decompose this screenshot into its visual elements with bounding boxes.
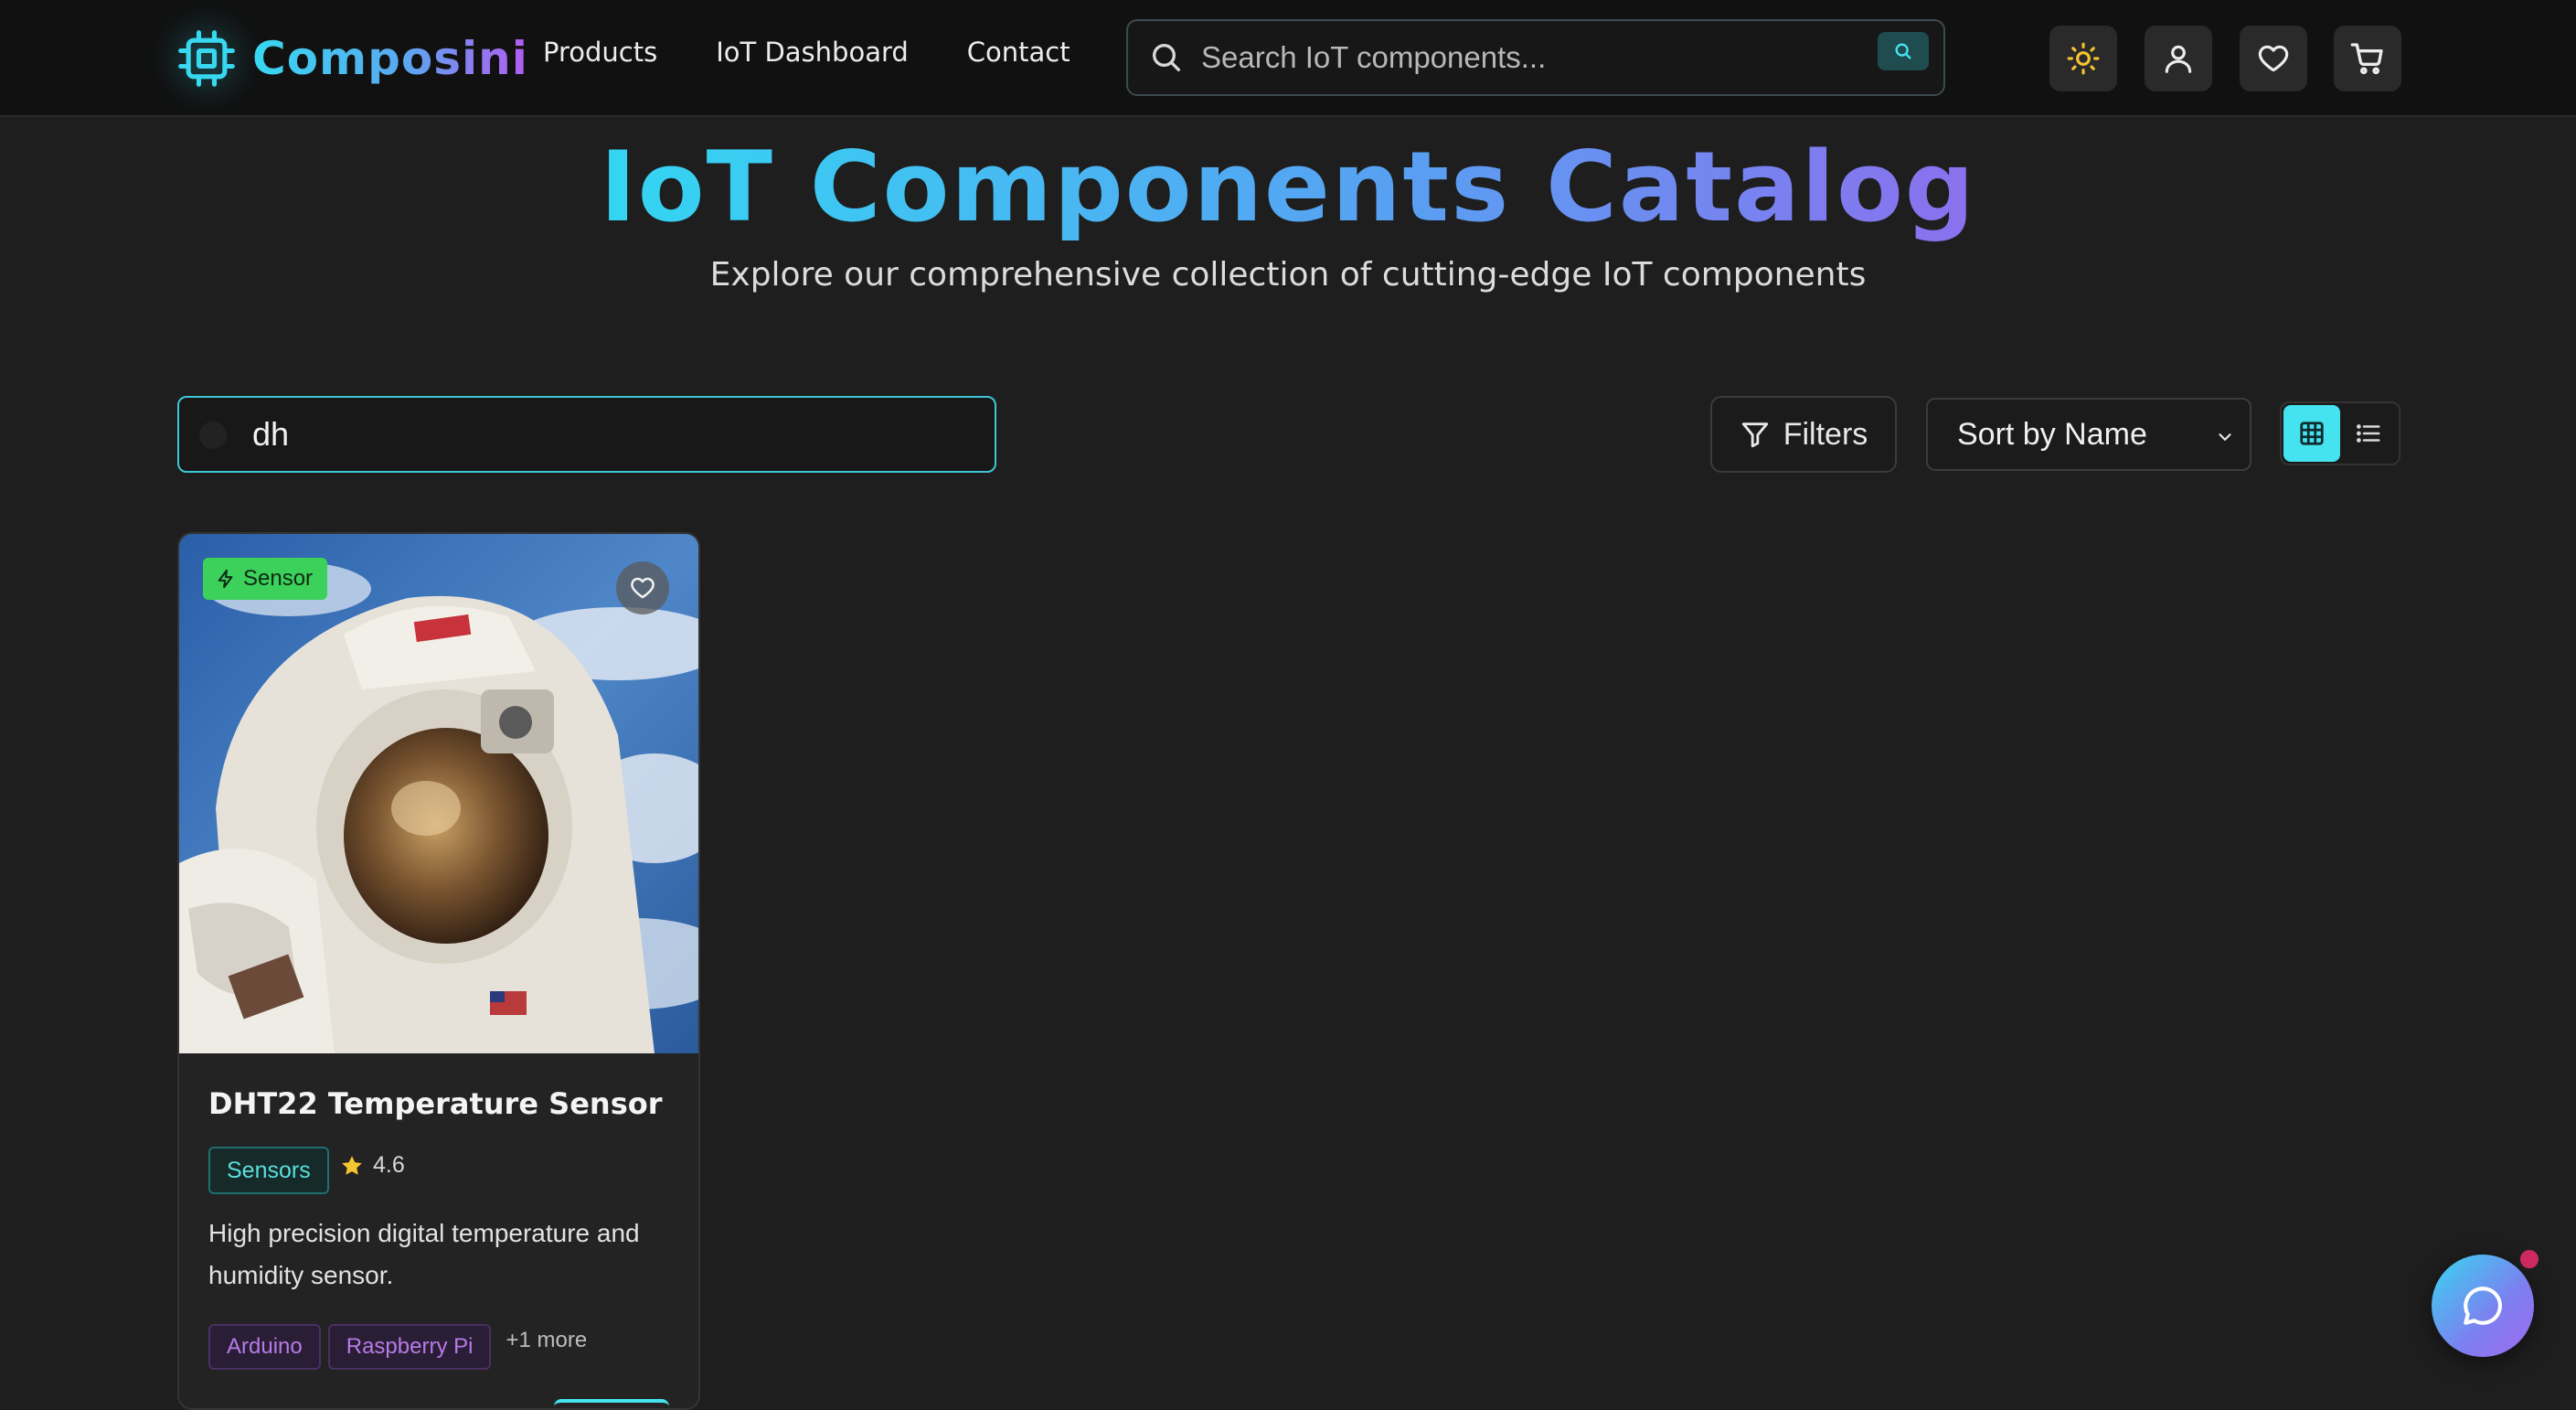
user-icon [2165,45,2192,73]
list-icon [2356,424,2380,443]
product-rating: 4.6 [340,1152,405,1179]
product-description: High precision digital temperature and h… [208,1219,640,1289]
product-title[interactable]: DHT22 Temperature Sensor [208,1086,663,1121]
tag-raspberry-pi: Raspberry Pi [327,1324,492,1370]
product-card[interactable]: Sensor DHT22 Temperature Sensor Sensors … [177,532,700,1410]
nav-link-contact[interactable]: Contact [967,37,1070,68]
catalog-search-input[interactable] [252,398,965,471]
product-type-label: Sensor [243,566,314,591]
page-title: IoT Components Catalog [0,128,2576,247]
filter-icon [1741,422,1768,448]
sun-icon [2067,42,2100,75]
top-header: Composini Products IoT Dashboard Contact [0,0,2576,117]
search-icon [1895,43,1911,59]
header-search-bar [1126,19,1945,96]
product-rating-value: 4.6 [373,1152,405,1178]
sort-select[interactable]: Sort by Name [1926,398,2251,471]
product-type-badge: Sensor [203,558,328,600]
main-nav: Products IoT Dashboard Contact [543,37,1129,68]
view-mode-toggle [2280,401,2400,465]
lightning-icon [218,569,233,589]
wishlist-button[interactable] [2240,26,2307,91]
heart-icon [2258,45,2289,72]
account-button[interactable] [2145,26,2212,91]
nav-link-products[interactable]: Products [543,37,657,68]
more-tags-count: +1 more [506,1328,588,1352]
grid-icon [2300,422,2324,445]
catalog-search-bar [177,396,996,473]
product-image [179,534,698,1053]
theme-toggle-button[interactable] [2049,26,2117,91]
page-title-text: IoT Components Catalog [600,131,1976,243]
cart-button[interactable] [2334,26,2401,91]
star-icon [342,1155,362,1175]
header-search-input[interactable] [1201,21,1841,94]
chat-button[interactable] [2432,1255,2534,1357]
notification-dot [2517,1247,2541,1271]
favorite-button[interactable] [616,561,669,614]
nav-link-iot-dashboard[interactable]: IoT Dashboard [716,37,909,68]
product-category: Sensors [208,1147,329,1194]
grid-view-button[interactable] [2283,405,2340,462]
search-icon [1153,44,1180,72]
cart-icon [2350,43,2383,75]
chat-bubble-icon [2464,1287,2502,1325]
tag-arduino: Arduino [208,1324,321,1370]
brand-logo[interactable]: Composini [176,26,528,91]
compatibility-tags: Arduino Raspberry Pi +1 more [208,1324,587,1370]
header-search-button[interactable] [1878,32,1929,70]
list-view-button[interactable] [2340,405,2397,462]
chip-icon [178,30,235,87]
search-icon [199,422,227,449]
heart-icon [631,577,655,599]
brand-name: Composini [252,32,528,85]
sort-selected-value: Sort by Name [1957,416,2147,452]
page-subtitle: Explore our comprehensive collection of … [709,256,1867,294]
filters-label: Filters [1783,416,1868,452]
chevron-down-icon [2219,433,2231,442]
filters-button[interactable]: Filters [1710,396,1897,473]
